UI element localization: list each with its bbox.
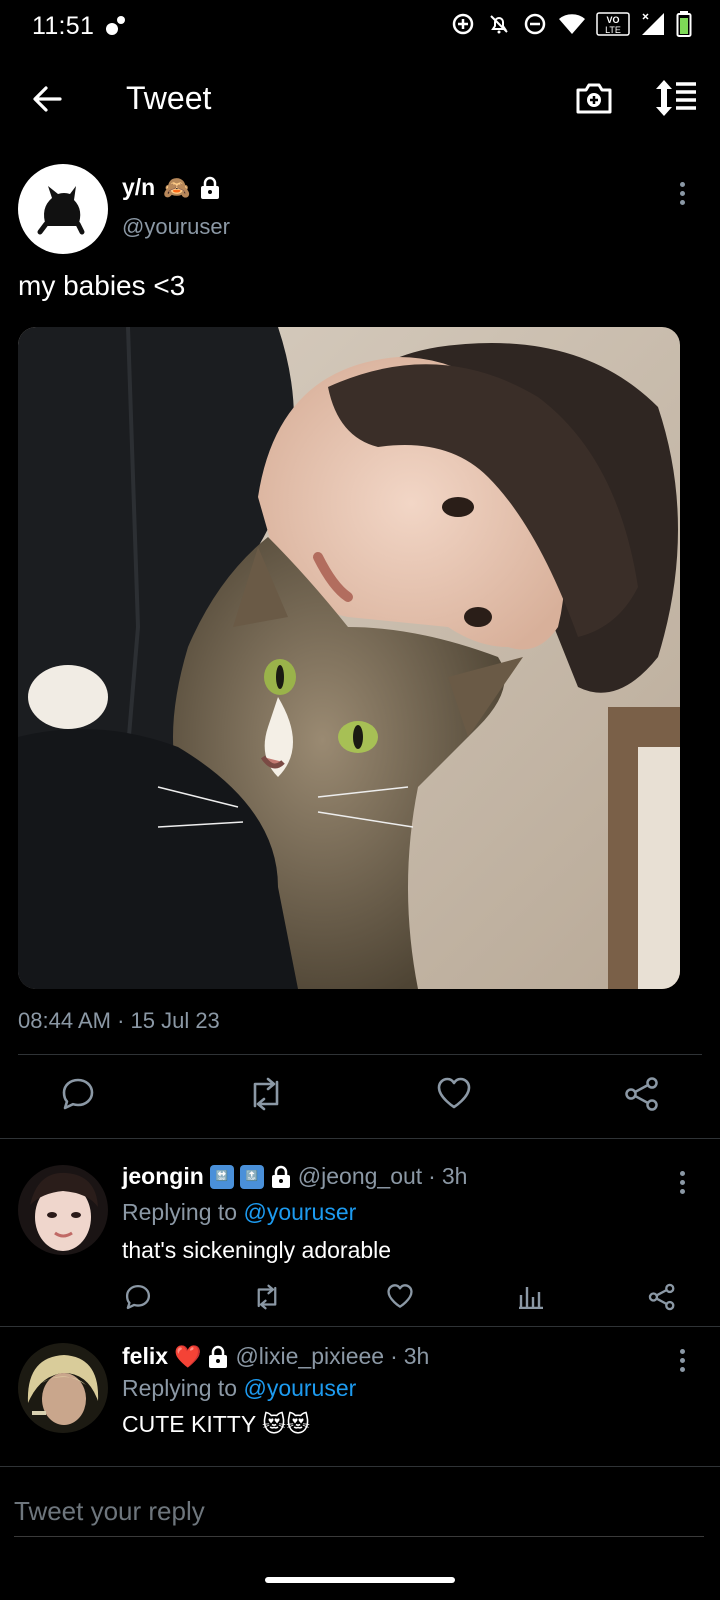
tweet-timestamp[interactable]: 08:44 AM · 15 Jul 23 [18, 1008, 220, 1034]
reply-author-name[interactable]: felix [122, 1343, 168, 1370]
tweet-photo[interactable] [18, 327, 680, 989]
home-gesture-bar[interactable] [265, 1577, 455, 1583]
lock-icon [200, 176, 219, 199]
author-name[interactable]: y/n 🙈 [122, 174, 221, 201]
svg-text:VO: VO [606, 15, 619, 25]
data-saver-icon [452, 13, 474, 35]
reply-avatar[interactable] [18, 1343, 108, 1433]
signal-icon [642, 13, 664, 35]
more-options-icon[interactable] [676, 182, 688, 210]
replying-to: Replying to @youruser [122, 1199, 356, 1226]
reply-time: 3h [441, 1163, 468, 1189]
status-time: 11:51 [32, 12, 95, 40]
on-badge-icon: 🔛 [209, 1164, 234, 1189]
reply-item[interactable]: jeongin 🔛 🔝 @jeong_out · 3h Replying to … [0, 1139, 720, 1327]
back-arrow-icon[interactable] [30, 82, 64, 121]
svg-text:LTE: LTE [605, 25, 621, 35]
share-icon[interactable] [624, 1076, 660, 1117]
volte-icon: VOLTE [596, 12, 630, 36]
separator-dot: · [390, 1343, 398, 1369]
lock-icon [271, 1165, 290, 1188]
bell-off-icon [490, 15, 508, 34]
reply-avatar[interactable] [18, 1165, 108, 1255]
reply-header: felix ❤️ @lixie_pixieee · 3h [122, 1343, 429, 1370]
author-avatar[interactable] [18, 164, 108, 254]
like-heart-icon[interactable] [386, 1283, 414, 1309]
camera-add-icon[interactable] [574, 78, 614, 123]
retweet-icon[interactable] [246, 1076, 286, 1117]
tweet-actions [0, 1076, 720, 1120]
reply-handle[interactable]: @jeong_out [298, 1163, 422, 1190]
top-app-bar: Tweet [0, 64, 720, 136]
share-icon[interactable] [648, 1283, 676, 1311]
more-options-icon[interactable] [676, 1171, 688, 1199]
author-name-text: y/n [122, 174, 156, 200]
reply-author-name[interactable]: jeongin [122, 1163, 204, 1190]
battery-icon [676, 11, 692, 37]
replying-to-label: Replying to [122, 1375, 238, 1401]
reply-text: that's sickeningly adorable [122, 1237, 392, 1263]
page-title: Tweet [126, 80, 212, 116]
heart-emoji: ❤️ [174, 1343, 202, 1369]
retweet-icon[interactable] [252, 1283, 282, 1311]
reply-time: 3h [403, 1343, 430, 1369]
status-icons: VO LTE [450, 10, 692, 38]
reply-handle[interactable]: @lixie_pixieee [235, 1343, 384, 1370]
separator-dot: · [428, 1163, 436, 1189]
replying-to: Replying to @youruser [122, 1375, 356, 1402]
reply-actions [0, 1283, 720, 1313]
reply-item[interactable]: felix ❤️ @lixie_pixieee · 3h Replying to… [0, 1327, 720, 1467]
replying-to-mention[interactable]: @youruser [243, 1375, 356, 1401]
notification-dots-icon [104, 14, 128, 43]
reply-input[interactable] [14, 1487, 704, 1537]
do-not-disturb-icon [524, 13, 546, 35]
sort-icon[interactable] [654, 78, 698, 123]
reply-icon[interactable] [124, 1283, 152, 1311]
author-handle[interactable]: @youruser [122, 214, 230, 240]
status-bar: 11:51 VO LTE [0, 0, 720, 52]
replying-to-label: Replying to [122, 1199, 238, 1225]
reply-icon[interactable] [60, 1076, 96, 1117]
reply-text: CUTE KITTY 😻😻 [122, 1411, 311, 1437]
like-heart-icon[interactable] [436, 1076, 472, 1115]
reply-header: jeongin 🔛 🔝 @jeong_out · 3h [122, 1163, 467, 1190]
author-emoji: 🙈 [163, 174, 191, 200]
top-badge-icon: 🔝 [239, 1164, 264, 1189]
analytics-icon[interactable] [518, 1283, 544, 1309]
lock-icon [209, 1345, 228, 1368]
tweet-text: my babies <3 [18, 270, 186, 301]
more-options-icon[interactable] [676, 1349, 688, 1377]
wifi-icon [559, 14, 585, 34]
divider [18, 1054, 702, 1055]
replying-to-mention[interactable]: @youruser [243, 1199, 356, 1225]
